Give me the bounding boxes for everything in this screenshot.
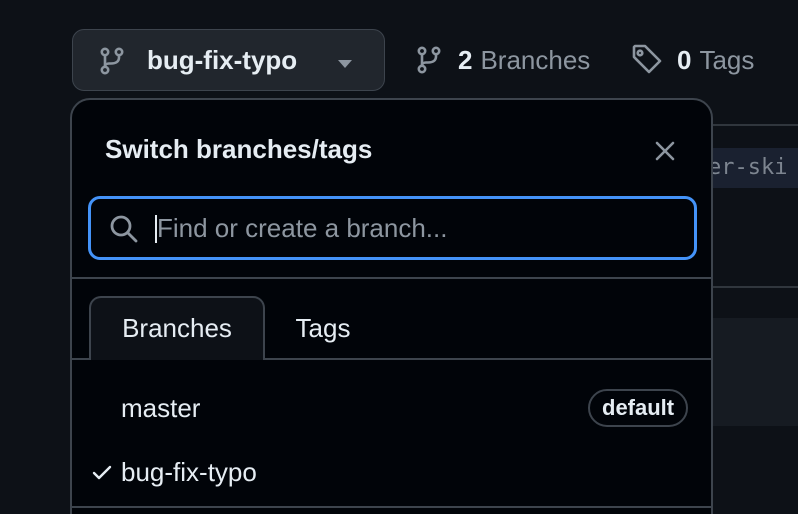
branches-label: Branches: [480, 44, 591, 75]
search-icon: [109, 214, 139, 249]
check-icon: [92, 464, 112, 487]
file-table-row: [700, 318, 798, 426]
branches-link[interactable]: 2 Branches: [416, 40, 590, 80]
branch-switcher-popup: Switch branches/tags Branches Tags: [70, 98, 713, 514]
default-badge: default: [588, 389, 689, 427]
repository-page: er-ski bug-fix-typo 2 Branches 0 Tags Sw…: [0, 0, 798, 514]
tags-label: Tags: [699, 44, 755, 75]
close-button[interactable]: [648, 134, 682, 168]
triangle-down-icon: [337, 56, 353, 74]
branch-item-bug-fix-typo[interactable]: bug-fix-typo: [72, 442, 711, 502]
x-icon: [654, 140, 676, 162]
branch-search-input[interactable]: [157, 199, 677, 257]
branch-name: bug-fix-typo: [121, 457, 257, 487]
tag-icon: [631, 44, 663, 76]
current-branch-label: bug-fix-typo: [147, 45, 298, 75]
header-divider: [72, 277, 711, 279]
branch-item-master[interactable]: master default: [72, 378, 711, 438]
tags-count: 0: [677, 44, 692, 75]
tags-link[interactable]: 0 Tags: [631, 40, 754, 80]
git-branch-icon: [416, 46, 442, 74]
branch-selector-button[interactable]: bug-fix-typo: [72, 29, 385, 91]
popup-title: Switch branches/tags: [105, 134, 373, 164]
file-table-border: [700, 124, 798, 126]
branch-search-field[interactable]: [88, 196, 697, 260]
branch-name: master: [121, 393, 201, 423]
git-branch-icon: [99, 47, 125, 80]
file-table-border: [700, 286, 798, 288]
tab-tags[interactable]: Tags: [275, 296, 371, 360]
code-snippet: er-ski: [706, 148, 798, 188]
list-divider: [72, 506, 711, 508]
branches-count: 2: [458, 44, 473, 75]
tab-branches[interactable]: Branches: [89, 296, 265, 360]
